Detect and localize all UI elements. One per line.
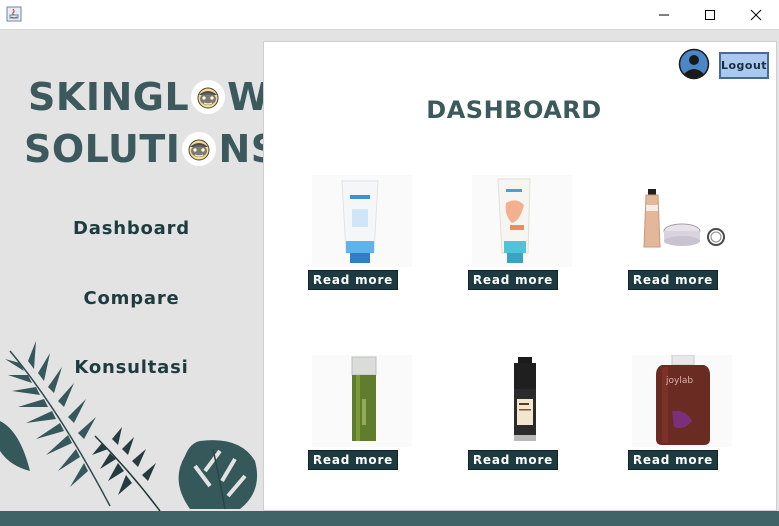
svg-text:joylab: joylab (665, 376, 693, 386)
minimize-icon (659, 14, 669, 16)
sidebar-item-dashboard[interactable]: Dashboard (0, 218, 263, 239)
logout-button[interactable]: Logout (719, 52, 769, 79)
product-card: joylab Read more (628, 355, 738, 475)
product-card: Read more (468, 355, 578, 475)
brand-line-1: SKINGL W (28, 75, 263, 119)
page-title: DASHBOARD (426, 96, 602, 124)
brand-text-2a: SOLUTI (24, 127, 181, 171)
maximize-icon (705, 10, 715, 20)
read-more-button[interactable]: Read more (628, 270, 718, 290)
foundation-set-product-image (632, 175, 732, 267)
brand-text-1b: W (227, 75, 263, 119)
product-card: Read more (308, 175, 418, 295)
close-icon (750, 9, 762, 21)
read-more-button[interactable]: Read more (308, 270, 398, 290)
java-app-icon (6, 6, 22, 22)
sidebar: SKINGLW SOLUTINS Dashboard Compare Konsu… (0, 31, 263, 511)
sidebar-item-compare[interactable]: Compare (0, 288, 263, 309)
brand-text-1a: SKINGL (28, 75, 190, 119)
title-bar (0, 0, 779, 30)
joylab-bottle-product-image: joylab (632, 355, 732, 447)
maximize-button[interactable] (687, 0, 733, 30)
read-more-button[interactable]: Read more (628, 450, 718, 470)
user-avatar-icon[interactable] (678, 48, 710, 80)
serum-pump-product-image (472, 355, 572, 447)
brand-line-2: SOLUTI NS (24, 127, 263, 171)
product-card: Read more (308, 355, 418, 475)
read-more-button[interactable]: Read more (308, 450, 398, 470)
face-mask-icon (182, 132, 217, 166)
brand-text-2b: NS (218, 127, 263, 171)
app-window: SKINGLW SOLUTINS Dashboard Compare Konsu… (0, 0, 779, 526)
tropical-leaves-decoration (0, 341, 258, 511)
read-more-button[interactable]: Read more (468, 270, 558, 290)
product-card: Read more (628, 175, 738, 295)
face-mask-icon (191, 80, 226, 114)
main-panel: Logout DASHBOARD Read more Read more Rea… (263, 41, 777, 511)
bottom-bar (0, 511, 779, 526)
minimize-button[interactable] (641, 0, 687, 30)
white-tube-blue-product-image (312, 175, 412, 267)
green-bottle-product-image (312, 355, 412, 447)
white-tube-orange-product-image (472, 175, 572, 267)
product-card: Read more (468, 175, 578, 295)
close-button[interactable] (733, 0, 779, 30)
read-more-button[interactable]: Read more (468, 450, 558, 470)
